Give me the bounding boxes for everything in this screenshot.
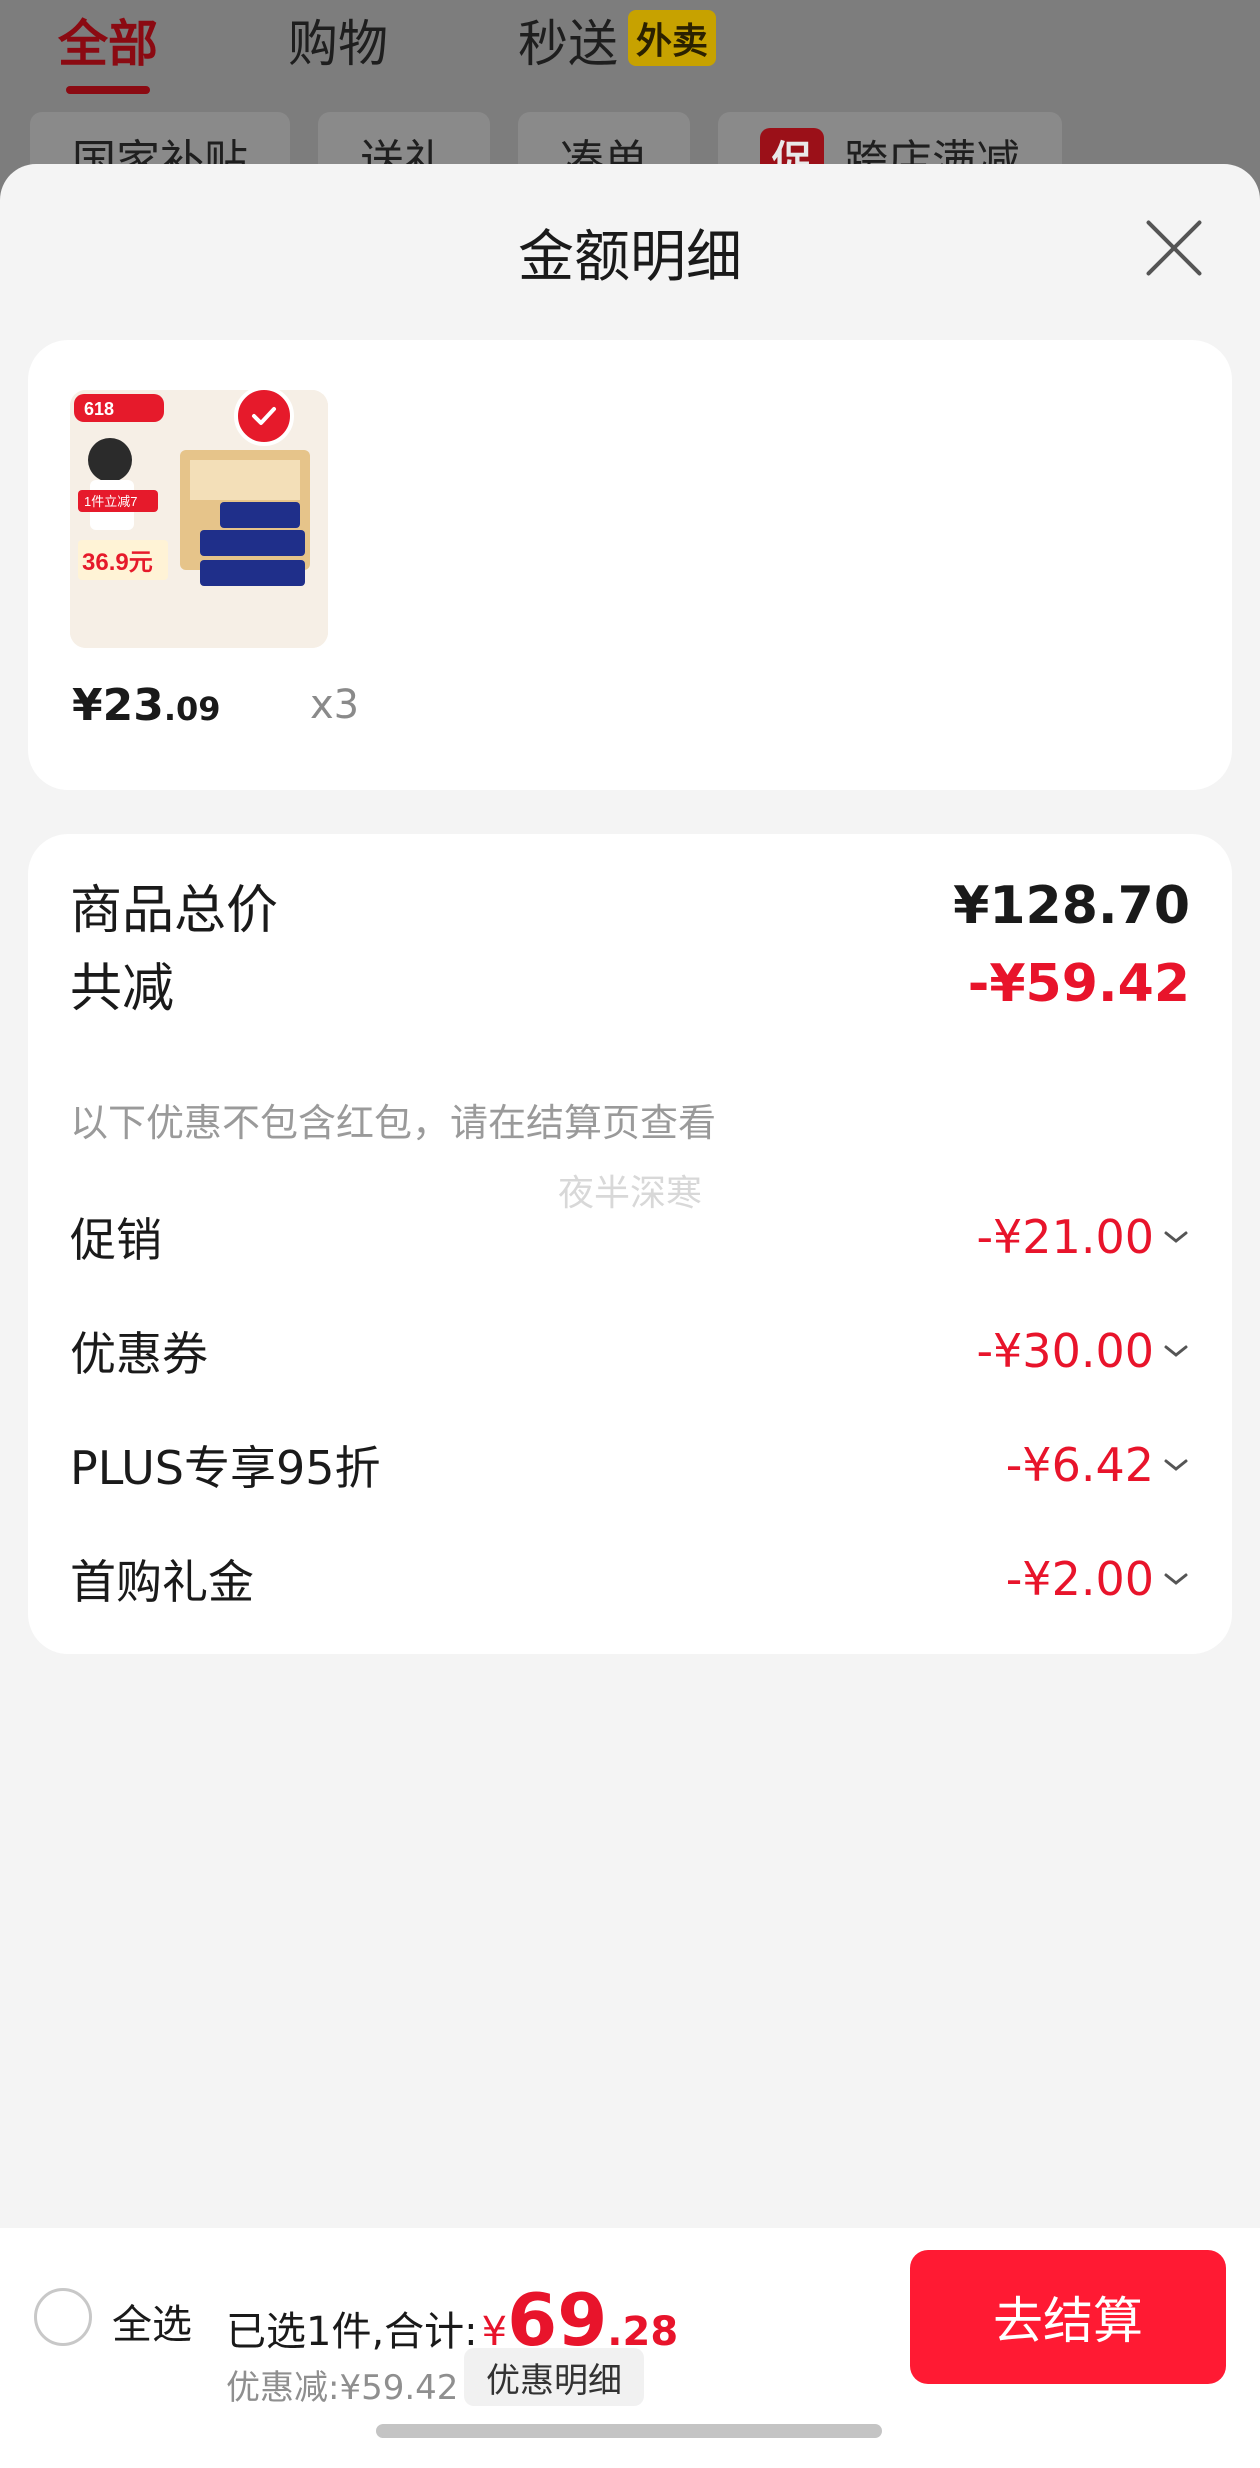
tab-express-label: 秒送 [518, 15, 618, 73]
discount-amount: 优惠减:¥59.42 [226, 2368, 459, 2408]
discount-detail-button[interactable]: 优惠明细 [464, 2348, 644, 2406]
discount-line-amount: -¥21.00 [976, 1210, 1154, 1264]
takeout-badge: 外卖 [628, 10, 717, 66]
selected-prefix: 已选1件,合计: [226, 2309, 478, 2355]
total-price-label: 商品总价 [70, 881, 279, 941]
selected-check-icon[interactable] [234, 386, 294, 446]
top-tabs: 全部 购物 秒送 外卖 [58, 0, 717, 94]
discount-line-amount: -¥30.00 [976, 1324, 1154, 1378]
chevron-down-icon [1164, 1345, 1188, 1357]
discount-line-label: 优惠券 [70, 1327, 208, 1381]
product-price-dec: .09 [163, 690, 221, 728]
chevron-down-icon [1164, 1459, 1188, 1471]
discount-line-amount: -¥2.00 [1005, 1552, 1154, 1606]
discount-line-label: 促销 [70, 1213, 162, 1267]
discount-line-value: -¥21.00 [976, 1210, 1190, 1264]
discount-line-value: -¥30.00 [976, 1324, 1190, 1378]
total-price-row: 商品总价 ¥128.70 [70, 868, 1190, 943]
amount-detail-sheet: 金额明细 618 1件立减7 36.9元 ¥23.09 x3 商品总价 ¥128… [0, 164, 1260, 2468]
product-quantity: x3 [310, 682, 360, 728]
reduce-label: 共减 [70, 959, 175, 1019]
product-card: 618 1件立减7 36.9元 ¥23.09 x3 [28, 340, 1232, 790]
product-price-int: ¥23 [72, 680, 164, 731]
discount-line-promo[interactable]: 促销 -¥21.00 [70, 1204, 1190, 1270]
checkout-button[interactable]: 去结算 [910, 2250, 1226, 2384]
discount-line-label: 首购礼金 [70, 1555, 254, 1609]
product-price: ¥23.09 [72, 680, 221, 731]
close-icon[interactable] [1144, 218, 1204, 278]
discount-line-coupon[interactable]: 优惠券 -¥30.00 [70, 1318, 1190, 1384]
total-price-value: ¥128.70 [953, 875, 1190, 936]
select-all-label[interactable]: 全选 [112, 2292, 192, 2350]
summary-card: 商品总价 ¥128.70 共减 -¥59.42 以下优惠不包含红包，请在结算页查… [28, 834, 1232, 1654]
discount-line-value: -¥2.00 [1006, 1552, 1190, 1606]
reduce-row: 共减 -¥59.42 [70, 946, 1190, 1021]
image-price-text: 36.9元 [82, 549, 153, 576]
home-indicator [376, 2424, 882, 2438]
tab-express[interactable]: 秒送 外卖 [518, 4, 717, 76]
tab-all[interactable]: 全部 [58, 4, 158, 94]
tab-shopping[interactable]: 购物 [288, 4, 388, 76]
discount-line-amount: -¥6.42 [1005, 1438, 1154, 1492]
chevron-down-icon [1164, 1573, 1188, 1585]
sheet-title: 金额明细 [518, 225, 742, 290]
discount-line-first-purchase[interactable]: 首购礼金 -¥2.00 [70, 1546, 1190, 1612]
discount-line-plus[interactable]: PLUS专享95折 -¥6.42 [70, 1432, 1190, 1498]
discount-line-label: PLUS专享95折 [70, 1441, 381, 1495]
select-all-radio[interactable] [34, 2288, 92, 2346]
image-618-text: 618 [84, 399, 114, 419]
discount-note: 以下优惠不包含红包，请在结算页查看 [70, 1101, 717, 1145]
reduce-value: -¥59.42 [967, 953, 1190, 1014]
image-tag-text: 1件立减7 [84, 494, 137, 509]
chevron-down-icon [1164, 1231, 1188, 1243]
discount-line-value: -¥6.42 [1006, 1438, 1190, 1492]
